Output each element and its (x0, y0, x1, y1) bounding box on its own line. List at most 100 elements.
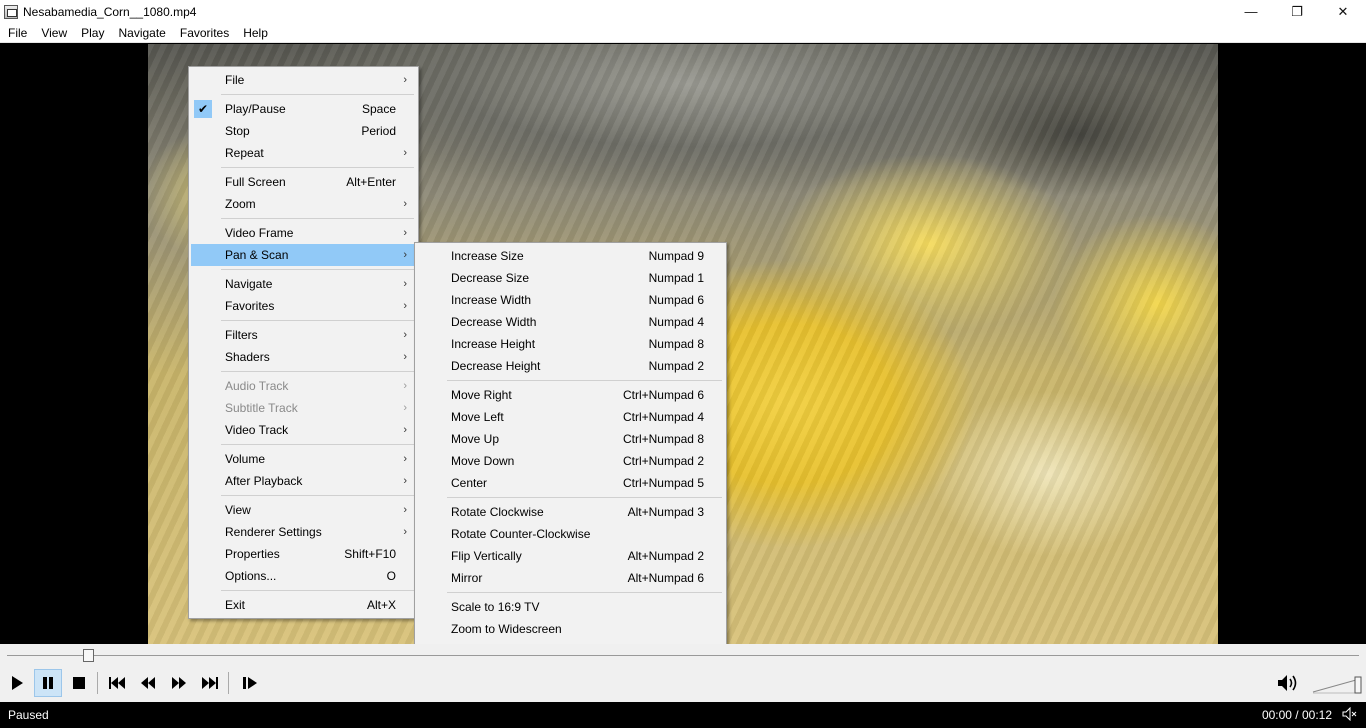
menu-item-filters[interactable]: Filters › (191, 324, 416, 346)
checkmark-icon: ✔ (194, 100, 212, 118)
menu-item-file[interactable]: File › (191, 69, 416, 91)
menu-separator (191, 164, 416, 171)
menu-item-zoom[interactable]: Zoom › (191, 193, 416, 215)
pan-scan-item-move-up[interactable]: Move Up Ctrl+Numpad 8 (417, 428, 724, 450)
chevron-right-icon: › (403, 329, 407, 341)
menu-item-shortcut: Ctrl+Numpad 8 (622, 432, 704, 446)
pan-scan-item-rotate-clockwise[interactable]: Rotate Clockwise Alt+Numpad 3 (417, 501, 724, 523)
menu-item-label: Increase Size (451, 249, 524, 263)
previous-button[interactable] (103, 669, 131, 697)
menu-item-after-playback[interactable]: After Playback › (191, 470, 416, 492)
menu-separator (191, 368, 416, 375)
rewind-icon (141, 677, 155, 689)
menu-separator (191, 587, 416, 594)
restore-button[interactable]: ❐ (1274, 0, 1320, 23)
pan-scan-item-decrease-size[interactable]: Decrease Size Numpad 1 (417, 267, 724, 289)
pan-scan-item-flip-vertically[interactable]: Flip Vertically Alt+Numpad 2 (417, 545, 724, 567)
pan-scan-item-increase-width[interactable]: Increase Width Numpad 6 (417, 289, 724, 311)
menu-help[interactable]: Help (236, 23, 275, 43)
pan-scan-item-decrease-height[interactable]: Decrease Height Numpad 2 (417, 355, 724, 377)
menu-item-label: Audio Track (225, 379, 289, 393)
menu-separator (417, 589, 724, 596)
menu-item-full-screen[interactable]: Full Screen Alt+Enter (191, 171, 416, 193)
menu-item-shortcut: Alt+Enter (346, 175, 396, 189)
menu-item-options[interactable]: Options... O (191, 565, 416, 587)
menu-item-label: Zoom to Widescreen (451, 622, 562, 636)
pan-scan-item-zoom-to-widescreen[interactable]: Zoom to Widescreen (417, 618, 724, 640)
menu-item-label: Move Down (451, 454, 515, 468)
menu-item-label: Increase Width (451, 293, 532, 307)
menu-item-label: Play/Pause (225, 102, 286, 116)
menu-item-repeat[interactable]: Repeat › (191, 142, 416, 164)
menu-item-navigate[interactable]: Navigate › (191, 273, 416, 295)
menu-item-shortcut: Space (361, 102, 396, 116)
menu-item-shortcut: Ctrl+Numpad 6 (622, 388, 704, 402)
menu-item-shortcut: Numpad 1 (648, 271, 704, 285)
pan-scan-item-move-left[interactable]: Move Left Ctrl+Numpad 4 (417, 406, 724, 428)
menu-item-label: Exit (225, 598, 246, 612)
menu-item-exit[interactable]: Exit Alt+X (191, 594, 416, 616)
menu-favorites[interactable]: Favorites (173, 23, 236, 43)
menu-item-label: Shaders (225, 350, 270, 364)
menu-item-shortcut: Ctrl+Numpad 2 (622, 454, 704, 468)
pan-scan-item-rotate-counter-clockwise[interactable]: Rotate Counter-Clockwise (417, 523, 724, 545)
frame-step-button[interactable] (236, 669, 264, 697)
menu-item-label: Move Right (451, 388, 512, 402)
seek-bar[interactable] (0, 644, 1366, 666)
chevron-right-icon: › (403, 475, 407, 487)
menu-item-volume[interactable]: Volume › (191, 448, 416, 470)
playback-state: Paused (8, 708, 49, 722)
pan-scan-item-scale-to-16-9-tv[interactable]: Scale to 16:9 TV (417, 596, 724, 618)
menu-item-label: Navigate (225, 277, 273, 291)
menu-item-stop[interactable]: Stop Period (191, 120, 416, 142)
pan-scan-item-increase-height[interactable]: Increase Height Numpad 8 (417, 333, 724, 355)
menu-item-shortcut: O (386, 569, 396, 583)
menu-item-label: Properties (225, 547, 280, 561)
menu-item-video-frame[interactable]: Video Frame › (191, 222, 416, 244)
menu-file[interactable]: File (0, 23, 34, 43)
close-button[interactable]: ✕ (1320, 0, 1366, 23)
stop-button[interactable] (65, 669, 93, 697)
fast-forward-button[interactable] (165, 669, 193, 697)
pan-scan-item-decrease-width[interactable]: Decrease Width Numpad 4 (417, 311, 724, 333)
rewind-button[interactable] (134, 669, 162, 697)
menu-view[interactable]: View (34, 23, 74, 43)
menu-separator (417, 377, 724, 384)
menu-item-properties[interactable]: Properties Shift+F10 (191, 543, 416, 565)
menu-item-shortcut: Numpad 8 (648, 337, 704, 351)
menu-item-favorites[interactable]: Favorites › (191, 295, 416, 317)
pan-scan-item-move-right[interactable]: Move Right Ctrl+Numpad 6 (417, 384, 724, 406)
menu-item-play-pause[interactable]: ✔ Play/Pause Space (191, 98, 416, 120)
volume-slider[interactable] (1312, 676, 1362, 694)
minimize-button[interactable]: — (1228, 0, 1274, 23)
chevron-right-icon: › (403, 424, 407, 436)
pan-scan-item-move-down[interactable]: Move Down Ctrl+Numpad 2 (417, 450, 724, 472)
next-button[interactable] (196, 669, 224, 697)
menu-item-renderer-settings[interactable]: Renderer Settings › (191, 521, 416, 543)
menu-item-label: Increase Height (451, 337, 536, 351)
menu-item-pan-and-scan[interactable]: Pan & Scan › (191, 244, 416, 266)
seek-track[interactable] (7, 655, 1359, 656)
pause-button[interactable] (34, 669, 62, 697)
menu-item-label: Move Up (451, 432, 500, 446)
play-button[interactable] (3, 669, 31, 697)
menu-item-shaders[interactable]: Shaders › (191, 346, 416, 368)
chevron-right-icon: › (403, 380, 407, 392)
menu-item-label: Video Frame (225, 226, 294, 240)
context-menu: File › ✔ Play/Pause Space Stop Period Repeat › Fu… (188, 66, 419, 619)
chevron-right-icon: › (403, 402, 407, 414)
menu-item-label: Stop (225, 124, 250, 138)
menu-play[interactable]: Play (74, 23, 111, 43)
menu-item-label: Zoom (225, 197, 256, 211)
menu-item-view[interactable]: View › (191, 499, 416, 521)
pan-scan-item-increase-size[interactable]: Increase Size Numpad 9 (417, 245, 724, 267)
volume-ramp-icon (1312, 676, 1362, 694)
pan-scan-item-mirror[interactable]: Mirror Alt+Numpad 6 (417, 567, 724, 589)
menu-navigate[interactable]: Navigate (111, 23, 172, 43)
menu-item-video-track[interactable]: Video Track › (191, 419, 416, 441)
pan-scan-item-center[interactable]: Center Ctrl+Numpad 5 (417, 472, 724, 494)
volume-button[interactable] (1274, 669, 1302, 697)
fast-forward-icon (172, 677, 186, 689)
seek-thumb[interactable] (83, 649, 95, 662)
mute-icon[interactable] (1342, 706, 1358, 724)
